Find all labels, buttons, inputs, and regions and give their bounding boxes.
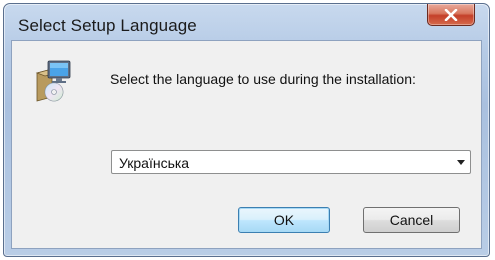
ok-button[interactable]: OK bbox=[238, 207, 330, 233]
dialog-body: Select the language to use during the in… bbox=[11, 40, 482, 249]
language-select[interactable]: Українська bbox=[111, 150, 471, 174]
window-title: Select Setup Language bbox=[18, 16, 197, 35]
title-bar[interactable]: Select Setup Language bbox=[4, 4, 489, 40]
close-icon bbox=[444, 8, 458, 21]
cancel-button[interactable]: Cancel bbox=[363, 207, 460, 233]
language-select-value: Українська bbox=[119, 155, 190, 171]
setup-computer-icon bbox=[35, 60, 71, 102]
prompt-text: Select the language to use during the in… bbox=[110, 71, 416, 87]
dialog-window: Select Setup Language Select the languag… bbox=[3, 3, 490, 257]
chevron-down-icon[interactable] bbox=[457, 160, 465, 165]
close-button[interactable] bbox=[427, 4, 475, 26]
